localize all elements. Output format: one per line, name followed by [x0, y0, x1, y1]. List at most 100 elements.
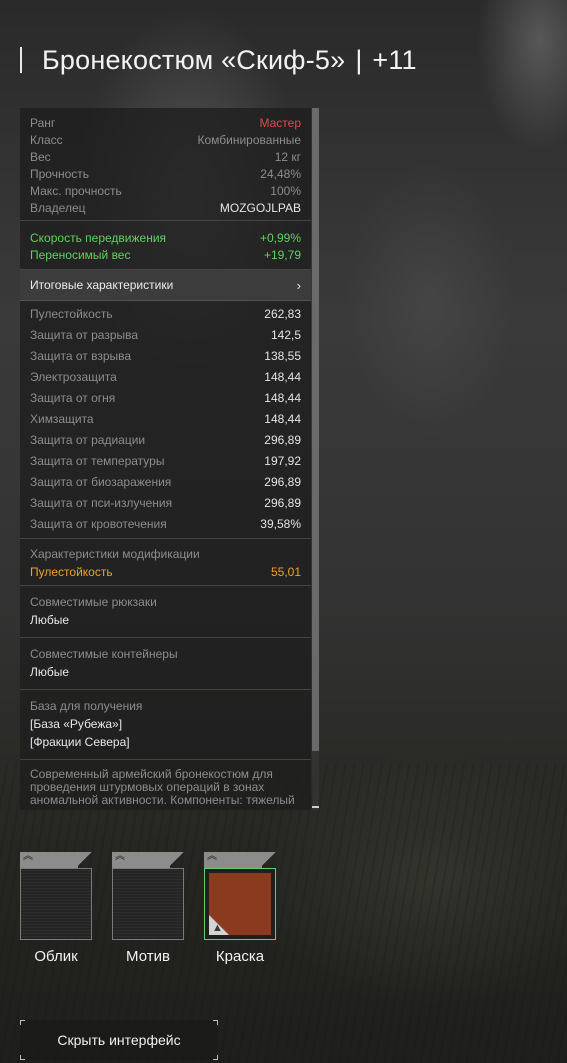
panel-scrollbar[interactable]: [312, 108, 319, 810]
stat-row: Защита от разрыва 142,5: [30, 324, 301, 345]
stat-label: Защита от пси-излучения: [30, 495, 173, 510]
slot-tab: ︽: [20, 852, 78, 868]
info-value: MOZGOJLPAB: [219, 200, 301, 215]
containers-value: Любые: [30, 665, 70, 679]
modification-value: 55,01: [270, 564, 301, 579]
stat-value: 138,55: [264, 348, 301, 363]
stat-value: 148,44: [264, 390, 301, 405]
item-description: Современный армейский бронекостюм для пр…: [20, 760, 311, 810]
item-upgrade-level: +11: [372, 44, 417, 75]
double-chevron-up-icon: ︽: [115, 851, 125, 862]
stat-value: 142,5: [270, 327, 301, 342]
stat-row: Защита от пси-излучения 296,89: [30, 492, 301, 513]
base-title: База для получения: [30, 699, 143, 713]
backpacks-title: Совместимые рюкзаки: [30, 595, 157, 609]
title-separator: |: [355, 44, 363, 75]
info-row-class: Класс Комбинированные: [30, 131, 301, 148]
stat-row: Защита от температуры 197,92: [30, 450, 301, 471]
slot-tab-corner: [76, 852, 92, 868]
total-stats-button[interactable]: Итоговые характеристики ›: [20, 270, 311, 301]
info-label: Прочность: [30, 166, 90, 181]
info-row-durability: Прочность 24,48%: [30, 165, 301, 182]
chevron-right-icon: ›: [296, 277, 301, 293]
stat-value: 296,89: [264, 474, 301, 489]
slot-motif[interactable]: ︽ Мотив: [112, 852, 184, 965]
modification-row: Пулестойкость 55,01: [30, 563, 301, 580]
title-accent-bar: [20, 47, 22, 73]
stat-value: 296,89: [264, 432, 301, 447]
stat-value: 197,92: [264, 453, 301, 468]
slot-label: Краска: [215, 948, 265, 965]
modification-section: Характеристики модификации Пулестойкость…: [20, 539, 311, 586]
stat-row: Пулестойкость 262,83: [30, 303, 301, 324]
total-stats-label: Итоговые характеристики: [30, 278, 174, 292]
bonus-label: Скорость передвижения: [30, 230, 167, 245]
stat-label: Защита от кровотечения: [30, 516, 167, 531]
stat-label: Защита от биозаражения: [30, 474, 172, 489]
slot-tab: ︽: [112, 852, 170, 868]
stat-label: Защита от температуры: [30, 453, 165, 468]
stat-row: Защита от радиации 296,89: [30, 429, 301, 450]
stat-label: Защита от взрыва: [30, 348, 132, 363]
double-chevron-up-icon: ︽: [207, 851, 217, 862]
stat-label: Электрозащита: [30, 369, 117, 384]
slot-frame[interactable]: ︽: [20, 852, 92, 940]
item-name: Бронекостюм «Скиф-5»: [42, 44, 346, 75]
info-label: Класс: [30, 132, 63, 147]
stat-value: 296,89: [264, 495, 301, 510]
modification-title: Характеристики модификации: [30, 547, 200, 561]
modification-label: Пулестойкость: [30, 564, 113, 579]
base-line: [Фракции Севера]: [30, 735, 130, 749]
info-value: 12 кг: [274, 149, 301, 164]
info-value: 100%: [270, 183, 301, 198]
button-corner: [20, 1020, 25, 1025]
slot-label: Облик: [34, 948, 78, 965]
stats-section: Пулестойкость 262,83 Защита от разрыва 1…: [20, 301, 311, 539]
stat-value: 148,44: [264, 369, 301, 384]
slot-empty-body: [20, 868, 92, 940]
info-section: Ранг Мастер Класс Комбинированные Вес 12…: [20, 108, 311, 221]
stat-value: 148,44: [264, 411, 301, 426]
info-row-rank: Ранг Мастер: [30, 114, 301, 131]
scrollbar-thumb[interactable]: [312, 108, 319, 751]
info-label: Ранг: [30, 115, 56, 130]
bonus-row-carry-weight: Переносимый вес +19,79: [30, 246, 301, 263]
item-info-panel[interactable]: Ранг Мастер Класс Комбинированные Вес 12…: [20, 108, 311, 810]
button-corner: [213, 1055, 218, 1060]
containers-section: Совместимые контейнеры Любые: [20, 638, 311, 690]
paint-bucket-icon: ▲: [212, 922, 223, 934]
info-row-owner: Владелец MOZGOJLPAB: [30, 199, 301, 216]
bonus-value: +19,79: [263, 247, 301, 262]
stat-row: Защита от биозаражения 296,89: [30, 471, 301, 492]
hide-interface-button[interactable]: Скрыть интерфейс: [20, 1020, 218, 1060]
stat-value: 39,58%: [260, 516, 301, 531]
info-label: Владелец: [30, 200, 86, 215]
containers-title: Совместимые контейнеры: [30, 647, 178, 661]
slot-paint-body: ▲: [204, 868, 276, 940]
slot-frame[interactable]: ︽: [112, 852, 184, 940]
base-section: База для получения [База «Рубежа»] [Фрак…: [20, 690, 311, 760]
stat-label: Пулестойкость: [30, 306, 113, 321]
bonus-label: Переносимый вес: [30, 247, 131, 262]
stat-row: Защита от взрыва 138,55: [30, 345, 301, 366]
panel-bottom-edge: [20, 806, 319, 810]
slot-paint[interactable]: ︽ ▲ Краска: [204, 852, 276, 965]
slot-frame[interactable]: ︽ ▲: [204, 852, 276, 940]
panel-corner-tick: [312, 806, 319, 808]
info-value: Комбинированные: [197, 132, 302, 147]
stat-label: Защита от разрыва: [30, 327, 139, 342]
stat-row: Защита от кровотечения 39,58%: [30, 513, 301, 534]
stat-label: Химзащита: [30, 411, 94, 426]
slot-empty-body: [112, 868, 184, 940]
stat-row: Электрозащита 148,44: [30, 366, 301, 387]
stat-row: Химзащита 148,44: [30, 408, 301, 429]
bonus-row-speed: Скорость передвижения +0,99%: [30, 229, 301, 246]
bonus-value: +0,99%: [259, 230, 301, 245]
slot-tab-corner: [260, 852, 276, 868]
slot-appearance[interactable]: ︽ Облик: [20, 852, 92, 965]
slot-tab-corner: [168, 852, 184, 868]
info-row-max-durability: Макс. прочность 100%: [30, 182, 301, 199]
bonus-section: Скорость передвижения +0,99% Переносимый…: [20, 221, 311, 270]
backpacks-value: Любые: [30, 613, 70, 627]
item-title-bar: Бронекостюм «Скиф-5» | +11: [20, 44, 417, 76]
